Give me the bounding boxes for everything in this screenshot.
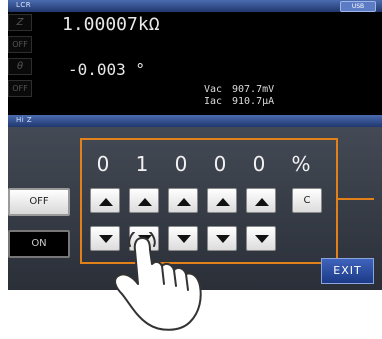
clear-button[interactable]: C <box>292 188 322 213</box>
digit-4-up-button[interactable] <box>207 188 237 213</box>
up-arrow-icon <box>177 198 191 206</box>
on-button[interactable]: ON <box>8 230 70 258</box>
hiz-title: Hi Z <box>16 116 33 124</box>
digit-5-down-button[interactable] <box>246 226 276 251</box>
highlight-connector-line <box>338 198 374 200</box>
off-button[interactable]: OFF <box>8 188 70 216</box>
digit-5: 0 <box>252 152 266 176</box>
digit-4: 0 <box>213 152 227 176</box>
digit-1: 0 <box>96 152 110 176</box>
param-3-box[interactable]: θ <box>8 58 32 75</box>
hiz-header: Hi Z <box>8 115 382 127</box>
down-arrow-icon <box>216 235 230 243</box>
up-arrow-icon <box>138 198 152 206</box>
param-1-box[interactable]: Z <box>8 14 32 31</box>
exit-button[interactable]: EXIT <box>321 258 374 284</box>
usb-indicator: USB <box>340 1 376 12</box>
up-arrow-icon <box>216 198 230 206</box>
param-2-box[interactable]: OFF <box>8 36 32 53</box>
digit-2-up-button[interactable] <box>129 188 159 213</box>
lcr-header: LCR USB <box>8 0 382 12</box>
digit-3: 0 <box>174 152 188 176</box>
up-arrow-icon <box>255 198 269 206</box>
lcr-mode-label: LCR <box>16 1 32 9</box>
phase-value: -0.003 ° <box>68 60 146 79</box>
digit-2: 1 <box>135 152 149 176</box>
impedance-value: 1.00007kΩ <box>62 14 160 35</box>
unit-label: % <box>291 152 311 176</box>
iac-value: 910.7μA <box>232 96 275 107</box>
vac-value: 907.7mV <box>232 84 275 95</box>
vac-label: Vac <box>204 84 223 95</box>
down-arrow-icon <box>255 235 269 243</box>
param-4-box[interactable]: OFF <box>8 80 32 97</box>
up-arrow-icon <box>99 198 113 206</box>
digit-3-up-button[interactable] <box>168 188 198 213</box>
digit-1-up-button[interactable] <box>90 188 120 213</box>
digit-5-up-button[interactable] <box>246 188 276 213</box>
pointing-hand-icon <box>114 232 202 331</box>
iac-label: Iac <box>204 96 223 107</box>
